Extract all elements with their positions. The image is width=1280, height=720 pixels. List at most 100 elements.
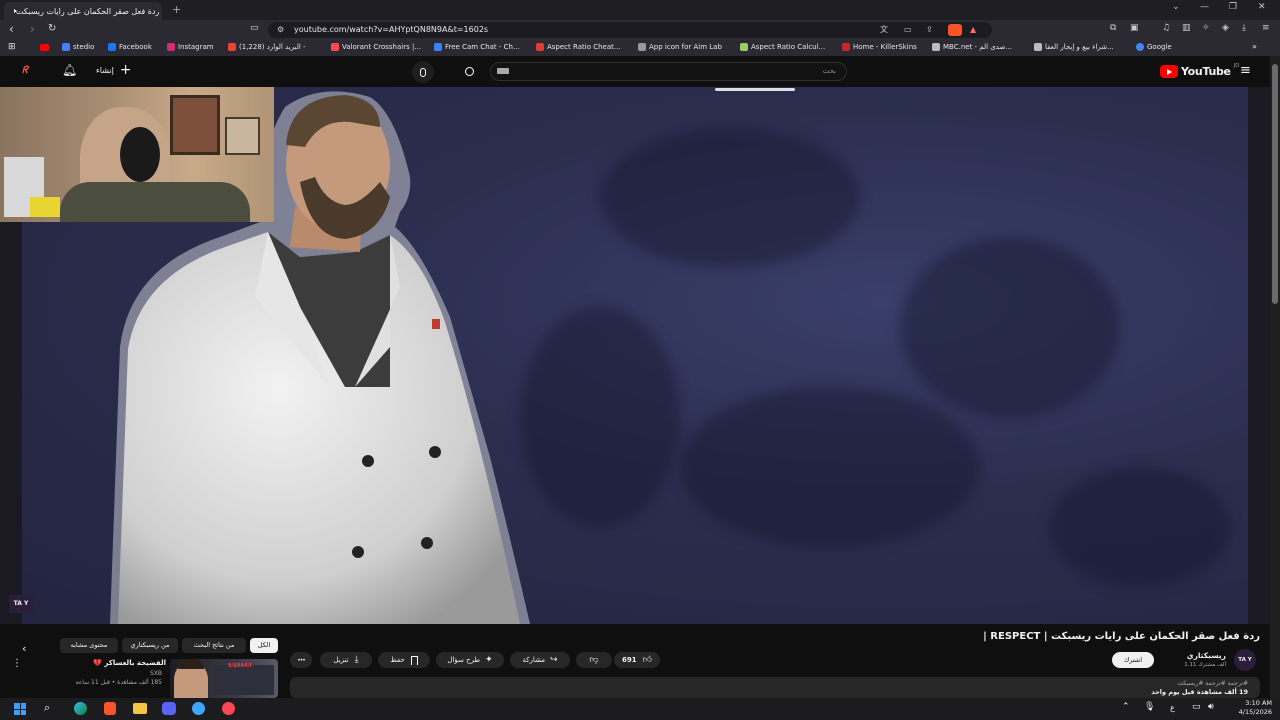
recommended-thumbnail[interactable]: 9/$8A4/I xyxy=(170,659,278,698)
download-button[interactable]: تنزيل ⤓ xyxy=(320,652,372,668)
close-window-icon[interactable]: ✕ xyxy=(1258,2,1266,12)
file-explorer-icon[interactable] xyxy=(133,703,147,714)
dislike-button[interactable]: 👎︎ xyxy=(576,652,612,668)
reload-icon[interactable]: ↻ xyxy=(48,23,56,34)
discord-icon[interactable] xyxy=(162,702,176,715)
browser-tab[interactable]: ردة فعل صقر الحكمان على رايات ريسبكت ✕ xyxy=(4,2,162,20)
browser-toolbar: ‹ › ↻ ▭ ⚙ youtube.com/watch?v=AHYptQN8N9… xyxy=(0,20,1280,40)
site-info-icon[interactable]: ⚙ xyxy=(277,22,284,38)
more-label: ••• xyxy=(297,657,306,664)
network-icon[interactable]: ▭ xyxy=(1192,702,1201,712)
brave-shield-icon[interactable] xyxy=(948,24,962,36)
search-input[interactable]: بحث xyxy=(490,62,847,81)
clock[interactable]: 3:10 AM 4/15/2026 xyxy=(1226,699,1272,717)
more-bookmarks-icon[interactable]: » xyxy=(1252,42,1257,51)
apps-grid-icon[interactable]: ⊞ xyxy=(8,42,16,52)
top-light-streak xyxy=(715,88,795,91)
save-button[interactable]: حفظ xyxy=(378,652,430,668)
bookmark-label: Facebook xyxy=(119,43,152,51)
chip-related[interactable]: محتوى مشابه xyxy=(60,638,118,653)
valorant-icon[interactable] xyxy=(222,702,235,715)
keyboard-icon[interactable] xyxy=(497,68,509,74)
share-button[interactable]: مشاركة ↪ xyxy=(510,652,570,668)
edge-icon[interactable] xyxy=(74,702,87,715)
bookmark-item[interactable]: Aspect Ratio Cheat... xyxy=(536,43,621,51)
sidebar-icon[interactable]: ▥ xyxy=(1182,23,1191,33)
chip-from-channel[interactable]: من ريسبكتاري xyxy=(122,638,178,653)
language-indicator[interactable]: ع xyxy=(1170,703,1175,712)
menu-icon[interactable]: ≡ xyxy=(1262,23,1270,33)
bookmark-item[interactable]: MBC.net - صدى الم... xyxy=(932,43,1012,51)
more-actions-button[interactable]: ••• xyxy=(290,652,312,668)
bookmark-item[interactable]: البريد الوارد (1,228) - xyxy=(228,43,306,51)
media-icon[interactable]: ♫ xyxy=(1162,23,1170,33)
description-box[interactable]: #ترجمة #ترجمة #ريسبكت 19 ألف مشاهدة قبل … xyxy=(290,677,1260,698)
cast-icon[interactable]: ▭ xyxy=(904,22,912,38)
bookmark-item[interactable]: App icon for Aim Lab xyxy=(638,43,722,51)
downloads-icon[interactable]: ⤓ xyxy=(1242,23,1246,33)
bookmark-item[interactable]: Google xyxy=(1136,43,1172,51)
bookmark-page-icon[interactable]: ▭ xyxy=(250,23,259,33)
bookmark-item[interactable]: Free Cam Chat - Ch... xyxy=(434,43,520,51)
youtube-logo[interactable]: YouTube JO xyxy=(1160,63,1239,78)
minimize-icon[interactable]: — xyxy=(1200,2,1209,12)
guide-menu-icon[interactable]: ≡ xyxy=(1240,63,1251,78)
bookmark-item[interactable]: Valorant Crosshairs |... xyxy=(331,43,421,51)
bookmarks-bar: ⊞ stedio Facebook Instagram البريد الوار… xyxy=(0,40,1280,56)
voice-search-button[interactable] xyxy=(412,61,434,83)
scrollbar-thumb[interactable] xyxy=(1272,64,1278,304)
browser-tab-bar: ردة فعل صقر الحكمان على رايات ريسبكت ✕ +… xyxy=(0,0,1280,20)
channel-name[interactable]: ريسبكتاري xyxy=(1160,651,1226,660)
search-button[interactable] xyxy=(458,62,480,81)
channel-avatar[interactable]: TA Y xyxy=(1234,649,1256,671)
tray-chevron-icon[interactable]: ⌃ xyxy=(1122,702,1130,712)
search-placeholder: بحث xyxy=(822,67,836,75)
search-taskbar-icon[interactable]: ⌕ xyxy=(44,701,50,715)
leo-icon[interactable]: ✧ xyxy=(1202,23,1210,33)
tab-list-icon[interactable]: ⌄ xyxy=(1172,2,1180,12)
wallet-icon[interactable]: ▣ xyxy=(1130,23,1139,33)
app-icon[interactable] xyxy=(192,702,205,715)
mic-tray-icon[interactable]: 🎙︎ xyxy=(1144,702,1155,712)
create-button[interactable]: إنشاء + xyxy=(96,63,132,77)
channel-watermark[interactable]: TA Y xyxy=(9,595,33,613)
url-bar[interactable]: ⚙ youtube.com/watch?v=AHYptQN8N9A&t=1602… xyxy=(268,22,992,38)
item-menu-icon[interactable]: ⋮ xyxy=(12,658,22,669)
like-button[interactable]: 691 👍︎ xyxy=(614,652,660,668)
notifications-icon[interactable]: 🔔︎ xyxy=(62,63,77,77)
back-icon[interactable]: ‹ xyxy=(9,22,14,36)
page-scrollbar[interactable] xyxy=(1270,56,1280,698)
bookmark-item[interactable]: Facebook xyxy=(108,43,152,51)
chip-search-results[interactable]: من نتائج البحث xyxy=(182,638,246,653)
create-label: إنشاء xyxy=(96,65,114,75)
description-stats: 19 ألف مشاهدة قبل يوم واحد xyxy=(1151,688,1248,696)
youtube-bookmark-icon[interactable] xyxy=(40,44,49,51)
thumbs-down-icon: 👎︎ xyxy=(589,655,599,665)
brave-rewards-icon[interactable]: ▲ xyxy=(970,22,976,38)
subscribe-button[interactable]: اشترك xyxy=(1112,652,1154,668)
bookmark-item[interactable]: Aspect Ratio Calcul... xyxy=(740,43,825,51)
share-icon[interactable]: ⇪ xyxy=(926,22,933,38)
new-tab-button[interactable]: + xyxy=(172,3,181,16)
extensions-icon[interactable]: ⧉ xyxy=(1110,23,1116,33)
start-button[interactable] xyxy=(14,703,26,715)
bookmark-favicon-icon xyxy=(331,43,339,51)
extension-logo-icon[interactable]: ᖇ xyxy=(22,65,28,76)
bookmark-item[interactable]: شراء بيع و إيجار العقا... xyxy=(1034,43,1114,51)
recommended-title[interactable]: الفضيحة بالعساكر 💔 xyxy=(40,659,166,667)
bookmark-item[interactable]: stedio xyxy=(62,43,94,51)
brave-icon[interactable] xyxy=(104,702,116,715)
forward-icon[interactable]: › xyxy=(30,22,35,36)
chip-all[interactable]: الكل xyxy=(250,638,278,653)
channel-subscribers: 1.11 ألف مشترك xyxy=(1184,662,1226,668)
vpn-icon[interactable]: ◈ xyxy=(1222,23,1229,33)
volume-icon[interactable]: 🔊︎ xyxy=(1208,702,1214,712)
maximize-icon[interactable]: ❐ xyxy=(1229,2,1237,12)
chips-prev-icon[interactable]: ‹ xyxy=(22,642,26,655)
translate-icon[interactable]: 文 xyxy=(880,22,888,38)
ask-button[interactable]: طرح سؤال ✦ xyxy=(436,652,504,668)
bookmark-item[interactable]: Home - KillerSkins xyxy=(842,43,917,51)
youtube-play-icon xyxy=(1160,65,1178,78)
bookmark-item[interactable]: Instagram xyxy=(167,43,214,51)
video-player[interactable]: TA Y xyxy=(0,87,1270,624)
